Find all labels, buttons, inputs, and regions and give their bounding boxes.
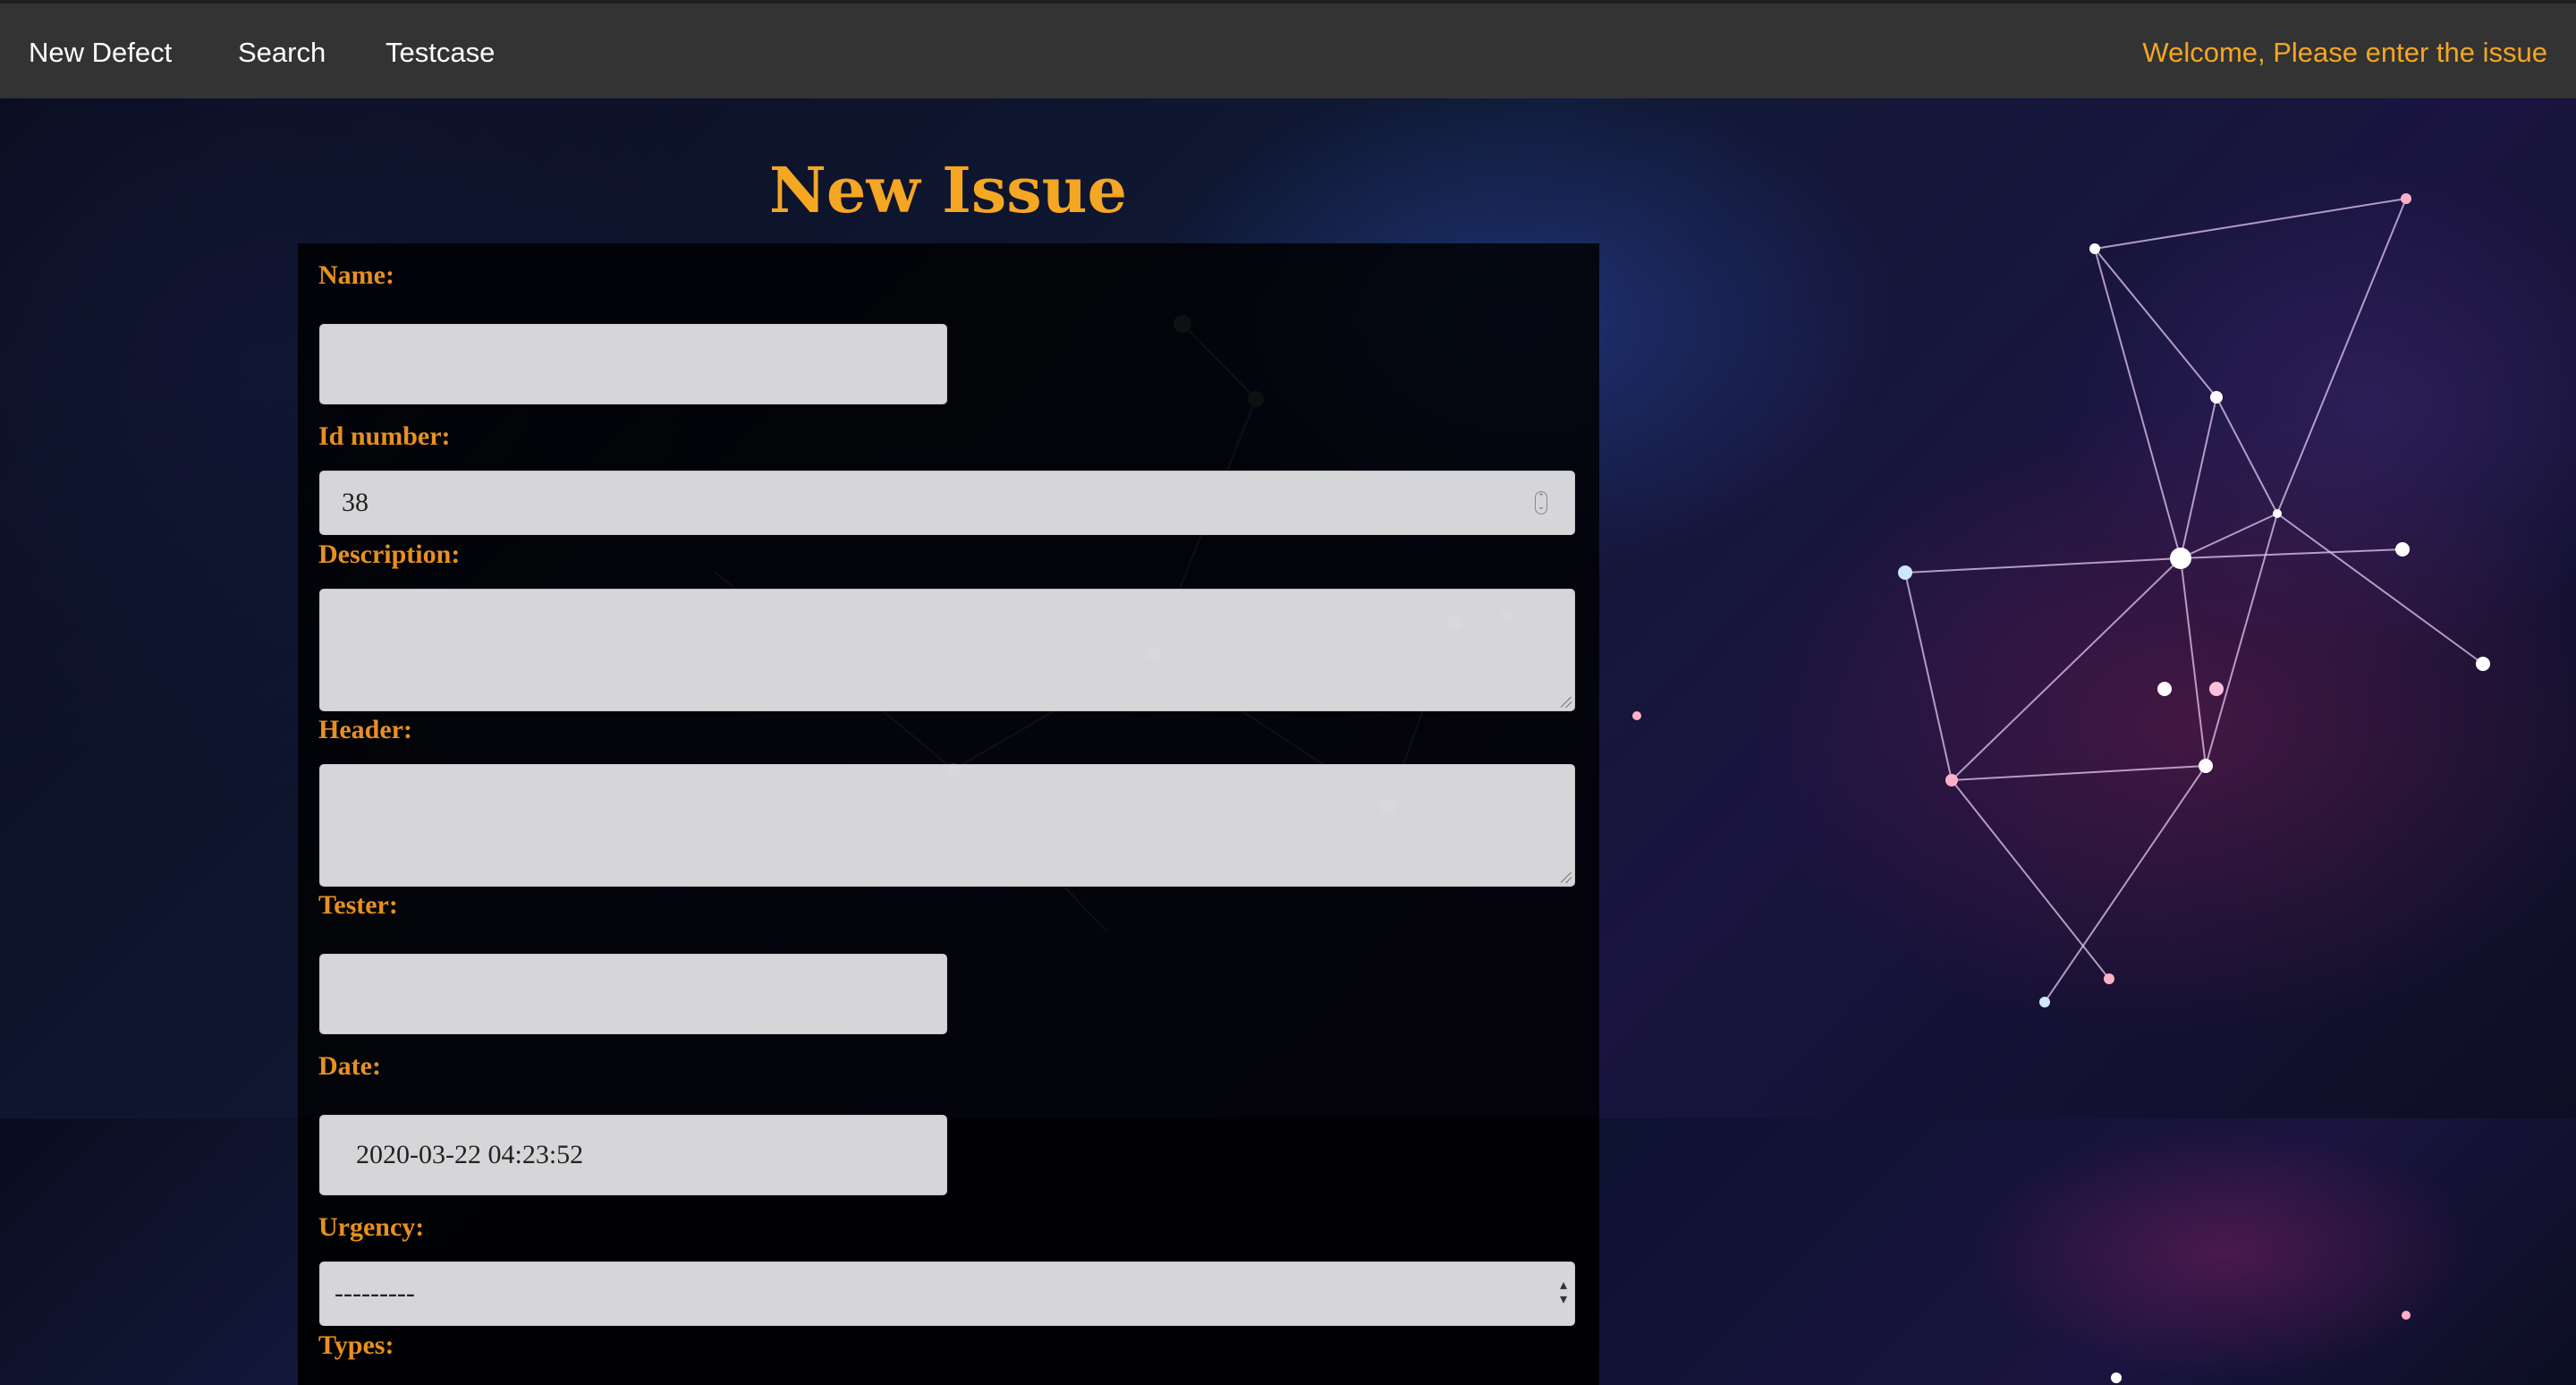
date-label: Date: xyxy=(318,1051,381,1081)
nav-search-link[interactable]: Search xyxy=(238,35,326,71)
types-label: Types: xyxy=(318,1330,394,1360)
welcome-message: Welcome, Please enter the issue xyxy=(2142,37,2547,68)
description-textarea[interactable] xyxy=(319,589,1575,711)
name-label: Name: xyxy=(318,260,394,290)
name-input[interactable] xyxy=(319,324,947,404)
tester-label: Tester: xyxy=(318,890,398,920)
resize-grip-icon[interactable] xyxy=(1561,697,1572,708)
urgency-selected: --------- xyxy=(335,1279,415,1308)
urgency-select[interactable]: --------- ▴ ▾ xyxy=(319,1262,1575,1326)
id-number-input[interactable]: 38 ⌃ ⌄ xyxy=(319,471,1575,535)
resize-grip-icon[interactable] xyxy=(1561,872,1572,883)
urgency-label: Urgency: xyxy=(318,1212,425,1242)
description-label: Description: xyxy=(318,540,461,569)
id-number-label: Id number: xyxy=(318,421,451,451)
id-number-value: 38 xyxy=(342,488,369,517)
navbar: New Defect Search Testcase Welcome, Plea… xyxy=(0,0,2576,98)
nav-new-defect-link[interactable]: New Defect xyxy=(29,35,172,71)
header-label: Header: xyxy=(318,715,412,744)
date-value: 2020-03-22 04:23:52 xyxy=(356,1140,584,1169)
page-title: New Issue xyxy=(768,153,1128,227)
date-input[interactable]: 2020-03-22 04:23:52 xyxy=(319,1115,947,1195)
number-spinner[interactable]: ⌃ ⌄ xyxy=(1535,491,1547,514)
select-arrows-icon: ▴ ▾ xyxy=(1559,1278,1567,1307)
nav-testcase-link[interactable]: Testcase xyxy=(386,35,495,71)
tester-input[interactable] xyxy=(319,954,947,1034)
header-textarea[interactable] xyxy=(319,764,1575,887)
